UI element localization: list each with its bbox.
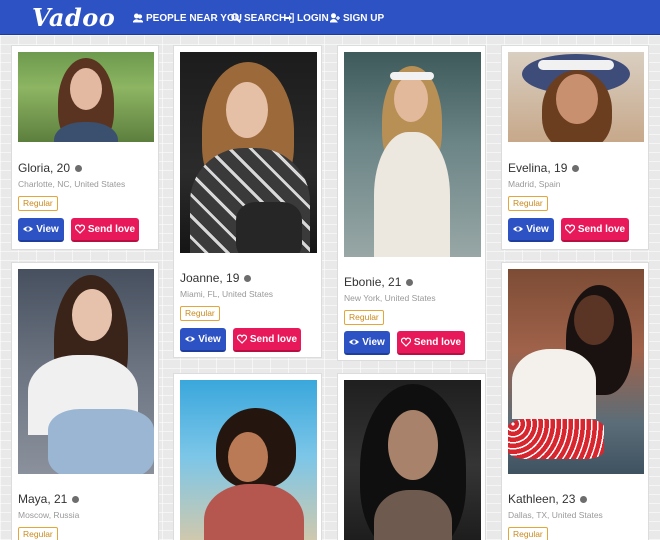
send-love-button-label: Send love [413,336,462,348]
profile-card: Joanne, 19 Miami, FL, United States Regu… [173,45,322,358]
profile-name[interactable]: Kathleen, 23 [508,492,575,506]
view-button[interactable]: View [344,331,390,355]
member-badge: Regular [508,527,548,540]
profile-photo[interactable] [18,52,154,142]
profile-location: Dallas, TX, United States [508,510,603,520]
profile-photo[interactable] [180,380,317,540]
profile-card: Ebonie, 21 New York, United States Regul… [337,45,486,361]
eye-icon [23,226,34,232]
profile-photo[interactable] [508,52,644,142]
users-icon [133,13,143,23]
profile-name-row: Evelina, 19 [508,161,580,175]
heart-outline-icon [564,224,575,234]
send-love-button[interactable]: Send love [561,218,629,242]
profile-name[interactable]: Ebonie, 21 [344,275,401,289]
send-love-button-label: Send love [87,223,136,235]
eye-icon [513,226,524,232]
profile-card: Kathleen, 23 Dallas, TX, United States R… [501,262,649,540]
profile-photo[interactable] [18,269,154,474]
member-badge: Regular [344,310,384,325]
member-badge: Regular [18,527,58,540]
profile-photo[interactable] [508,269,644,474]
member-badge: Regular [18,196,58,211]
profile-card [173,373,322,540]
profile-card: Evelina, 19 Madrid, Spain Regular View S… [501,45,649,250]
send-love-button[interactable]: Send love [71,218,139,242]
offline-status-dot [244,274,252,282]
nav-people-near-you[interactable]: PEOPLE NEAR YOU [133,11,242,25]
member-badge: Regular [508,196,548,211]
view-button-label: View [362,336,385,348]
view-button[interactable]: View [180,328,226,352]
heart-outline-icon [74,224,85,234]
offline-status-dot [580,495,588,503]
search-icon [231,13,241,23]
profile-location: Charlotte, NC, United States [18,179,126,189]
send-love-button-label: Send love [577,223,626,235]
profile-name-row: Ebonie, 21 [344,275,414,289]
profile-name-row: Joanne, 19 [180,271,252,285]
nav-signup-label: SIGN UP [343,12,385,24]
offline-status-dot [72,495,80,503]
nav-search-label: SEARCH [244,12,287,24]
profile-photo[interactable] [344,52,481,257]
profile-card: Maya, 21 Moscow, Russia Regular [11,262,159,540]
member-badge: Regular [180,306,220,321]
profile-location: Madrid, Spain [508,179,561,189]
sign-in-icon [284,13,294,23]
send-love-button[interactable]: Send love [397,331,465,355]
heart-outline-icon [400,337,411,347]
profile-location: New York, United States [344,293,436,303]
profile-card [337,373,486,540]
heart-outline-icon [236,334,247,344]
nav-search[interactable]: SEARCH [231,11,286,25]
site-logo[interactable]: Vadoo [32,3,115,32]
view-button-label: View [526,223,549,235]
profile-photo[interactable] [180,52,317,253]
view-button-label: View [36,223,59,235]
profile-name-row: Gloria, 20 [18,161,83,175]
view-button[interactable]: View [18,218,64,242]
profile-name-row: Maya, 21 [18,492,80,506]
nav-people-near-you-label: PEOPLE NEAR YOU [146,12,242,24]
view-button[interactable]: View [508,218,554,242]
top-navbar: Vadoo PEOPLE NEAR YOU SEARCH LOGIN SIGN … [0,0,660,35]
eye-icon [349,339,360,345]
nav-login[interactable]: LOGIN [284,11,329,25]
profile-card: Gloria, 20 Charlotte, NC, United States … [11,45,159,250]
offline-status-dot [75,164,83,172]
nav-signup[interactable]: SIGN UP [330,11,384,25]
profile-location: Miami, FL, United States [180,289,274,299]
send-love-button[interactable]: Send love [233,328,301,352]
view-button-label: View [198,333,221,345]
eye-icon [185,336,196,342]
profile-name-row: Kathleen, 23 [508,492,588,506]
profile-photo[interactable] [344,380,481,540]
profile-name[interactable]: Gloria, 20 [18,161,70,175]
send-love-button-label: Send love [249,333,298,345]
offline-status-dot [572,164,580,172]
profile-name[interactable]: Joanne, 19 [180,271,239,285]
nav-login-label: LOGIN [297,12,329,24]
profile-name[interactable]: Maya, 21 [18,492,67,506]
profile-name[interactable]: Evelina, 19 [508,161,567,175]
offline-status-dot [406,278,414,286]
profile-location: Moscow, Russia [18,510,80,520]
user-plus-icon [330,13,340,23]
